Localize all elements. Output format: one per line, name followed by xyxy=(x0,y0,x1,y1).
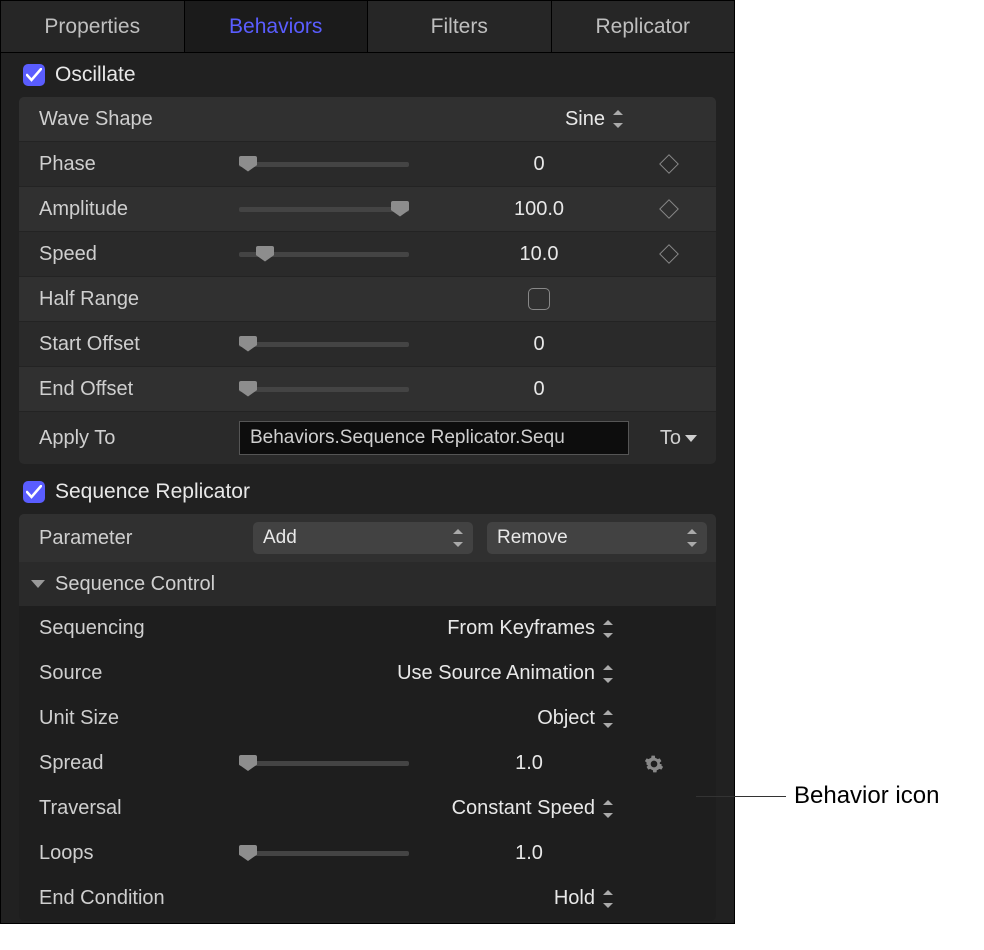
amplitude-row: Amplitude 100.0 xyxy=(19,187,716,232)
amplitude-label: Amplitude xyxy=(39,198,239,221)
phase-label: Phase xyxy=(39,153,239,176)
chevron-down-icon xyxy=(685,435,697,442)
start-offset-value[interactable]: 0 xyxy=(449,333,629,356)
oscillate-checkbox[interactable] xyxy=(23,64,45,86)
phase-value[interactable]: 0 xyxy=(449,153,629,176)
updown-icon xyxy=(451,529,463,547)
phase-row: Phase 0 xyxy=(19,142,716,187)
end-offset-label: End Offset xyxy=(39,378,239,401)
traversal-dropdown[interactable]: Constant Speed xyxy=(239,797,619,820)
loops-slider[interactable] xyxy=(239,844,439,864)
apply-to-row: Apply To Behaviors.Sequence Replicator.S… xyxy=(19,412,716,464)
sequence-control-disclosure[interactable]: Sequence Control xyxy=(19,562,716,606)
updown-icon xyxy=(611,110,623,128)
end-offset-row: End Offset 0 xyxy=(19,367,716,412)
updown-icon xyxy=(601,665,613,683)
gear-icon[interactable] xyxy=(644,754,664,774)
remove-dropdown[interactable]: Remove xyxy=(487,522,707,554)
start-offset-row: Start Offset 0 xyxy=(19,322,716,367)
parameter-row: Parameter Add Remove xyxy=(19,514,716,562)
spread-value[interactable]: 1.0 xyxy=(439,752,619,775)
updown-icon xyxy=(601,890,613,908)
amplitude-value[interactable]: 100.0 xyxy=(449,198,629,221)
oscillate-title: Oscillate xyxy=(55,63,136,87)
updown-icon xyxy=(601,710,613,728)
apply-to-field[interactable]: Behaviors.Sequence Replicator.Sequ xyxy=(239,421,629,455)
spread-row: Spread 1.0 xyxy=(19,741,716,786)
sequencing-row: Sequencing From Keyframes xyxy=(19,606,716,651)
speed-value[interactable]: 10.0 xyxy=(449,243,629,266)
loops-value[interactable]: 1.0 xyxy=(439,842,619,865)
disclosure-triangle-icon xyxy=(31,580,45,588)
sequence-replicator-checkbox[interactable] xyxy=(23,481,45,503)
traversal-row: Traversal Constant Speed xyxy=(19,786,716,831)
wave-shape-row: Wave Shape Sine xyxy=(19,97,716,142)
tab-filters[interactable]: Filters xyxy=(368,1,552,52)
source-label: Source xyxy=(39,662,239,685)
amplitude-slider[interactable] xyxy=(239,199,449,219)
callout-text: Behavior icon xyxy=(794,782,939,810)
end-offset-slider[interactable] xyxy=(239,379,449,399)
callout-line xyxy=(696,796,786,797)
loops-row: Loops 1.0 xyxy=(19,831,716,876)
start-offset-slider[interactable] xyxy=(239,334,449,354)
updown-icon xyxy=(601,800,613,818)
tab-behaviors[interactable]: Behaviors xyxy=(185,1,369,52)
updown-icon xyxy=(601,620,613,638)
tab-bar: Properties Behaviors Filters Replicator xyxy=(1,1,734,53)
start-offset-label: Start Offset xyxy=(39,333,239,356)
speed-label: Speed xyxy=(39,243,239,266)
loops-label: Loops xyxy=(39,842,239,865)
sequence-replicator-group: Parameter Add Remove Sequence Control Se… xyxy=(19,514,716,921)
half-range-label: Half Range xyxy=(39,288,239,311)
oscillate-header: Oscillate xyxy=(1,53,734,97)
traversal-label: Traversal xyxy=(39,797,239,820)
speed-slider[interactable] xyxy=(239,244,449,264)
spread-label: Spread xyxy=(39,752,239,775)
parameter-label: Parameter xyxy=(39,527,239,550)
add-dropdown[interactable]: Add xyxy=(253,522,473,554)
phase-keyframe-icon[interactable] xyxy=(659,154,679,174)
callout: Behavior icon xyxy=(696,782,939,810)
source-row: Source Use Source Animation xyxy=(19,651,716,696)
tab-replicator[interactable]: Replicator xyxy=(552,1,735,52)
oscillate-group: Wave Shape Sine Phase 0 Amplitude 100.0 xyxy=(19,97,716,464)
wave-shape-dropdown[interactable]: Sine xyxy=(449,108,629,131)
unit-size-label: Unit Size xyxy=(39,707,239,730)
end-offset-value[interactable]: 0 xyxy=(449,378,629,401)
half-range-checkbox[interactable] xyxy=(528,288,550,310)
sequence-control-rows: Sequencing From Keyframes Source Use Sou… xyxy=(19,606,716,921)
spread-slider[interactable] xyxy=(239,754,439,774)
tab-properties[interactable]: Properties xyxy=(1,1,185,52)
wave-shape-label: Wave Shape xyxy=(39,108,239,131)
inspector-panel: Properties Behaviors Filters Replicator … xyxy=(0,0,735,924)
sequencing-label: Sequencing xyxy=(39,617,239,640)
apply-to-label: Apply To xyxy=(39,427,239,450)
end-condition-dropdown[interactable]: Hold xyxy=(239,887,619,910)
phase-slider[interactable] xyxy=(239,154,449,174)
unit-size-row: Unit Size Object xyxy=(19,696,716,741)
unit-size-dropdown[interactable]: Object xyxy=(239,707,619,730)
speed-row: Speed 10.0 xyxy=(19,232,716,277)
updown-icon xyxy=(685,529,697,547)
end-condition-label: End Condition xyxy=(39,887,239,910)
amplitude-keyframe-icon[interactable] xyxy=(659,199,679,219)
sequence-replicator-title: Sequence Replicator xyxy=(55,480,250,504)
sequence-replicator-header: Sequence Replicator xyxy=(1,470,734,514)
source-dropdown[interactable]: Use Source Animation xyxy=(239,662,619,685)
end-condition-row: End Condition Hold xyxy=(19,876,716,921)
speed-keyframe-icon[interactable] xyxy=(659,244,679,264)
apply-to-button[interactable]: To xyxy=(629,427,709,450)
sequencing-dropdown[interactable]: From Keyframes xyxy=(239,617,619,640)
half-range-row: Half Range xyxy=(19,277,716,322)
